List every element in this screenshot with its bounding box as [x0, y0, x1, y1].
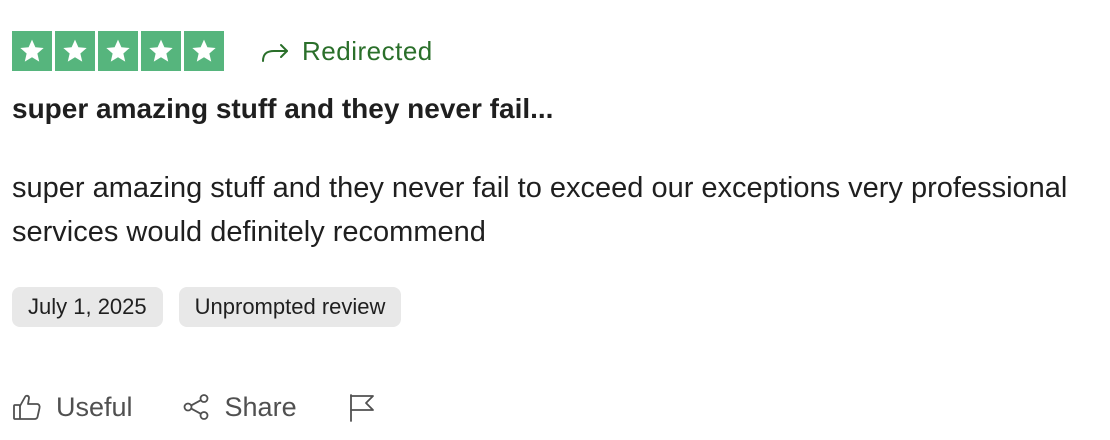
- report-button[interactable]: [347, 392, 377, 422]
- redirect-indicator: Redirected: [260, 36, 433, 67]
- review-card: Redirected super amazing stuff and they …: [12, 0, 1102, 440]
- review-meta: July 1, 2025 Unprompted review: [12, 287, 402, 327]
- star-icon: [184, 31, 224, 71]
- source-badge: Unprompted review: [178, 287, 402, 327]
- flag-icon: [349, 394, 374, 422]
- redirect-label: Redirected: [302, 35, 433, 66]
- date-badge: July 1, 2025: [12, 287, 163, 327]
- thumbs-up-icon: [13, 394, 41, 420]
- share-label: Share: [224, 391, 297, 422]
- redirect-arrow-icon: [262, 44, 288, 62]
- star-icon: [12, 31, 52, 71]
- rating-row: Redirected: [12, 31, 433, 71]
- share-icon: [183, 394, 208, 420]
- review-title: super amazing stuff and they never fail.…: [12, 93, 554, 124]
- useful-button[interactable]: Useful: [12, 392, 133, 423]
- review-body: super amazing stuff and they never fail …: [12, 172, 1068, 248]
- star-icon: [55, 31, 95, 71]
- star-icon: [98, 31, 138, 71]
- useful-label: Useful: [56, 391, 133, 422]
- review-actions: Useful Share: [12, 388, 377, 426]
- star-rating: [12, 31, 224, 71]
- star-icon: [141, 31, 181, 71]
- share-button[interactable]: Share: [181, 392, 297, 423]
